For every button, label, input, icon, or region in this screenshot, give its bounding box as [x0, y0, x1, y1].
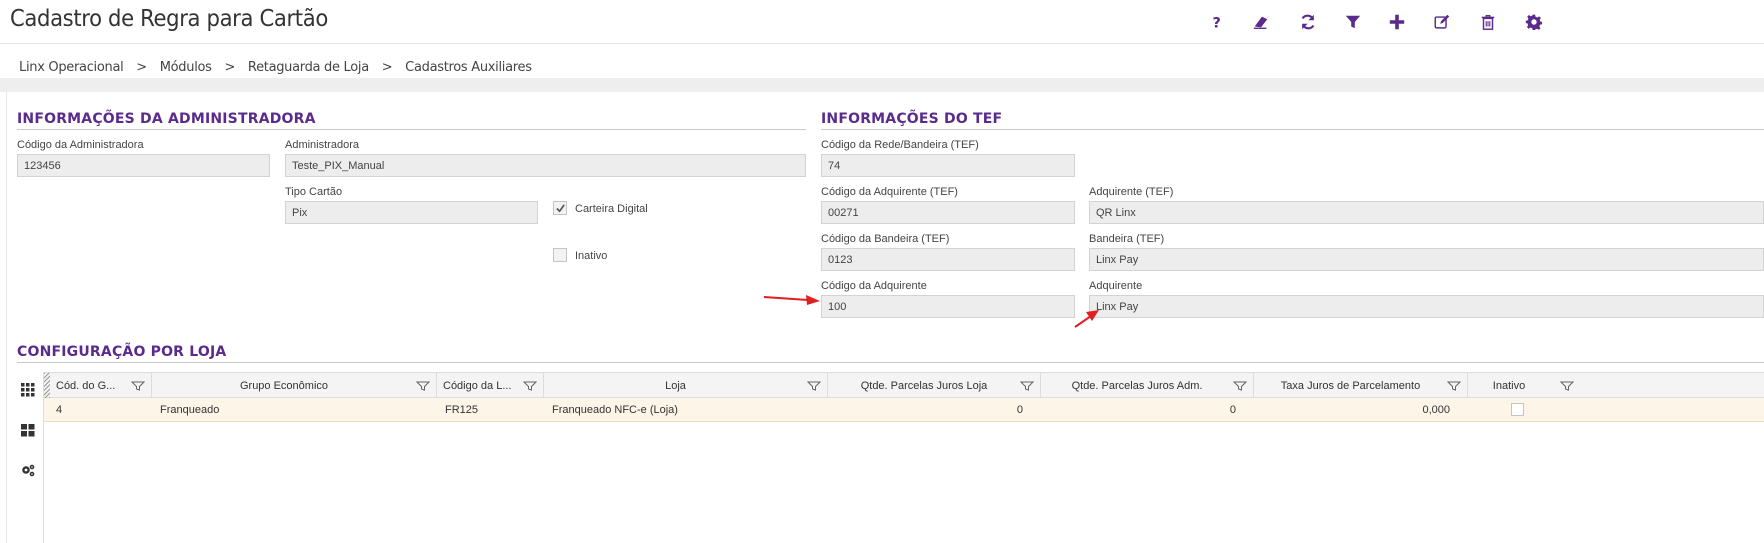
codigo-rede-bandeira-label: Código da Rede/Bandeira (TEF)	[821, 139, 979, 151]
administradora-label: Administradora	[285, 139, 359, 151]
column-filter-icon[interactable]	[523, 381, 537, 391]
bandeira-tef-field[interactable]: Linx Pay	[1089, 248, 1764, 271]
column-filter-icon[interactable]	[416, 381, 430, 391]
column-header-inativo[interactable]: Inativo	[1468, 373, 1764, 398]
column-header-parcelas-adm[interactable]: Qtde. Parcelas Juros Adm.	[1041, 373, 1254, 398]
column-header-label: Taxa Juros de Parcelamento	[1280, 379, 1421, 392]
codigo-administradora-field[interactable]: 123456	[17, 154, 270, 177]
grid-header: Cód. do G... Grupo Econômico Código da L…	[44, 372, 1764, 398]
breadcrumb-item[interactable]: Cadastros Auxiliares	[405, 60, 532, 75]
annotation-arrow-icon	[1074, 310, 1099, 328]
adquirente-tef-field[interactable]: QR Linx	[1089, 201, 1764, 224]
codigo-adquirente-field[interactable]: 100	[821, 295, 1075, 318]
codigo-adquirente-tef-field[interactable]: 00271	[821, 201, 1075, 224]
check-icon	[556, 204, 565, 213]
column-header-label: Qtde. Parcelas Juros Adm.	[1071, 379, 1203, 392]
inativo-checkbox[interactable]	[553, 248, 567, 262]
gear-icon[interactable]	[1522, 10, 1546, 34]
codigo-bandeira-tef-label: Código da Bandeira (TEF)	[821, 233, 950, 245]
column-header-loja[interactable]: Loja	[544, 373, 828, 398]
plus-icon[interactable]	[1385, 10, 1409, 34]
inativo-label: Inativo	[575, 250, 608, 262]
separator-bar	[0, 78, 1764, 92]
adquirente-field[interactable]: Linx Pay	[1089, 295, 1764, 318]
annotation-arrow-icon	[763, 295, 820, 305]
column-header-label: Loja	[665, 379, 686, 392]
column-filter-icon[interactable]	[1560, 381, 1574, 391]
section-title-administradora: INFORMAÇÕES DA ADMINISTRADORA	[17, 111, 316, 127]
breadcrumb-separator: >	[224, 60, 236, 75]
loja-grid: Cód. do G... Grupo Econômico Código da L…	[44, 372, 1764, 543]
table-row[interactable]: 4 Franqueado FR125 Franqueado NFC-e (Loj…	[44, 398, 1764, 422]
filter-icon[interactable]	[1341, 10, 1365, 34]
codigo-bandeira-tef-field[interactable]: 0123	[821, 248, 1075, 271]
carteira-digital-checkbox[interactable]	[553, 201, 567, 215]
cell-codigo-loja: FR125	[445, 403, 479, 416]
svg-text:?: ?	[1213, 15, 1221, 31]
cell-loja: Franqueado NFC-e (Loja)	[552, 403, 678, 416]
column-filter-icon[interactable]	[131, 381, 145, 391]
refresh-icon[interactable]	[1296, 10, 1320, 34]
administradora-field[interactable]: Teste_PIX_Manual	[285, 154, 806, 177]
bandeira-tef-label: Bandeira (TEF)	[1089, 233, 1165, 245]
column-filter-icon[interactable]	[1233, 381, 1247, 391]
top-bar: Cadastro de Regra para Cartão ?	[0, 0, 1764, 44]
column-header-taxa-juros[interactable]: Taxa Juros de Parcelamento	[1254, 373, 1468, 398]
grid-columns-icon[interactable]	[21, 383, 35, 397]
cell-parcelas-loja: 0	[1016, 403, 1023, 416]
column-header-label: Qtde. Parcelas Juros Loja	[860, 379, 988, 392]
tipo-cartao-field[interactable]: Pix	[285, 201, 538, 224]
carteira-digital-label: Carteira Digital	[575, 203, 648, 215]
adquirente-tef-label: Adquirente (TEF)	[1089, 186, 1174, 198]
cell-parcelas-adm: 0	[1229, 403, 1236, 416]
edit-icon[interactable]	[1430, 10, 1454, 34]
column-header-codigo-loja[interactable]: Código da L...	[437, 373, 544, 398]
column-header-label: Cód. do G...	[56, 379, 116, 392]
trash-icon[interactable]	[1476, 10, 1500, 34]
breadcrumb-item[interactable]: Retaguarda de Loja	[248, 60, 369, 75]
cell-inativo-checkbox[interactable]	[1511, 403, 1524, 416]
grid-view-icon[interactable]	[21, 423, 35, 437]
breadcrumb-separator: >	[381, 60, 393, 75]
codigo-rede-bandeira-field[interactable]: 74	[821, 154, 1075, 177]
breadcrumb-separator: >	[136, 60, 147, 75]
column-header-cod-grupo[interactable]: Cód. do G...	[50, 373, 152, 398]
cell-grupo-economico: Franqueado	[160, 403, 220, 416]
section-title-configuracao-loja: CONFIGURAÇÃO POR LOJA	[17, 344, 227, 360]
eraser-icon[interactable]	[1249, 10, 1273, 34]
breadcrumb: Linx Operacional > Módulos > Retaguarda …	[19, 60, 532, 75]
section-divider	[17, 362, 1764, 363]
column-header-parcelas-loja[interactable]: Qtde. Parcelas Juros Loja	[828, 373, 1041, 398]
column-filter-icon[interactable]	[807, 381, 821, 391]
tipo-cartao-label: Tipo Cartão	[285, 186, 343, 198]
codigo-adquirente-label: Código da Adquirente	[821, 280, 927, 292]
breadcrumb-item[interactable]: Módulos	[160, 60, 212, 75]
section-divider	[17, 129, 806, 130]
grid-sidebar	[10, 372, 44, 543]
column-filter-icon[interactable]	[1020, 381, 1034, 391]
breadcrumb-item[interactable]: Linx Operacional	[19, 60, 124, 75]
adquirente-label: Adquirente	[1089, 280, 1143, 292]
codigo-administradora-label: Código da Administradora	[17, 139, 144, 151]
settings-cogs-icon[interactable]	[21, 463, 35, 477]
section-divider	[821, 129, 1764, 130]
column-filter-icon[interactable]	[1447, 381, 1461, 391]
column-header-label: Inativo	[1492, 379, 1526, 392]
help-icon[interactable]: ?	[1205, 10, 1229, 34]
column-header-label: Código da L...	[443, 379, 512, 392]
toolbar: ?	[0, 10, 1764, 34]
column-header-grupo-economico[interactable]: Grupo Econômico	[152, 373, 437, 398]
cell-cod-grupo: 4	[56, 403, 63, 416]
section-title-tef: INFORMAÇÕES DO TEF	[821, 111, 1003, 127]
codigo-adquirente-tef-label: Código da Adquirente (TEF)	[821, 186, 958, 198]
cell-taxa-juros: 0,000	[1422, 403, 1450, 416]
column-header-label: Grupo Econômico	[239, 379, 329, 392]
